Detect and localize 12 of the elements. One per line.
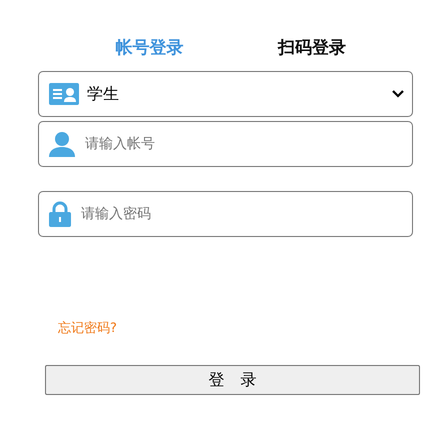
id-card-icon: [49, 83, 79, 105]
account-field[interactable]: 请输入帐号: [38, 121, 413, 167]
lock-icon: [49, 201, 71, 227]
login-tab[interactable]: 扫码登录: [274, 34, 350, 61]
login-button[interactable]: 登 录: [45, 365, 420, 395]
password-input[interactable]: 请输入密码: [79, 205, 404, 223]
account-input[interactable]: 请输入帐号: [83, 135, 404, 153]
user-icon: [49, 131, 75, 157]
role-select[interactable]: 学生: [38, 71, 413, 117]
chevron-down-icon: [392, 90, 404, 98]
select-value: 学生: [87, 84, 120, 104]
password-field[interactable]: 请输入密码: [38, 191, 413, 237]
